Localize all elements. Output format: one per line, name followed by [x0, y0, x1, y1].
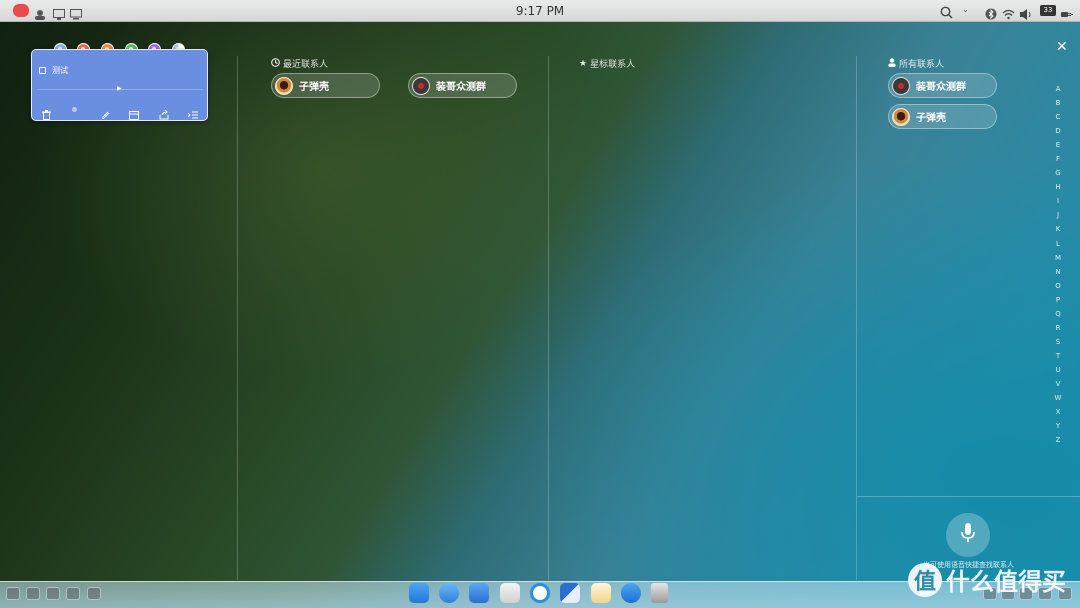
alphabet-letter[interactable]: S — [1053, 335, 1063, 349]
voice-search-button[interactable] — [946, 513, 990, 557]
menu-bar: 9:17 PM ⌄ 33 — [0, 0, 1080, 22]
alphabet-letter[interactable]: A — [1053, 82, 1063, 96]
power-plug-icon[interactable] — [1061, 5, 1073, 17]
column-divider — [237, 56, 238, 580]
alphabet-letter[interactable]: W — [1053, 391, 1063, 405]
battery-indicator[interactable]: 33 — [1040, 5, 1056, 16]
preview-app-icon[interactable] — [560, 583, 580, 603]
alarm-icon[interactable] — [72, 107, 77, 112]
alphabet-letter[interactable]: Z — [1053, 433, 1063, 447]
alphabet-letter[interactable]: T — [1053, 349, 1063, 363]
tray-window-icon[interactable] — [46, 587, 60, 600]
alphabet-letter[interactable]: C — [1053, 110, 1063, 124]
recent-contact-bullet[interactable]: 子弹壳 — [271, 73, 380, 98]
voice-divider — [857, 496, 1080, 497]
alphabet-letter[interactable]: X — [1053, 405, 1063, 419]
alphabet-letter[interactable]: R — [1053, 321, 1063, 335]
avatar — [892, 107, 910, 126]
alphabet-letter[interactable]: F — [1053, 152, 1063, 166]
share-icon[interactable] — [159, 105, 169, 124]
tray-record-icon[interactable] — [87, 587, 101, 600]
avatar — [412, 76, 430, 95]
close-icon[interactable]: ✕ — [1056, 39, 1068, 55]
all-contact-bullet[interactable]: 子弹壳 — [888, 104, 997, 129]
wifi-icon[interactable] — [1002, 5, 1015, 20]
notes-app-icon[interactable] — [591, 583, 611, 603]
clock-icon — [271, 57, 280, 70]
attachment-icon[interactable] — [100, 105, 110, 124]
alphabet-index[interactable]: ABCDEFGHIJKLMNOPQRSTUVWXYZ — [1053, 82, 1063, 447]
contact-name: 子弹壳 — [299, 82, 329, 93]
trash-app-icon[interactable] — [651, 583, 668, 603]
alphabet-letter[interactable]: U — [1053, 363, 1063, 377]
all-contact-group[interactable]: 装哥众测群 — [888, 73, 997, 98]
wechat-app-icon[interactable] — [500, 583, 520, 603]
volume-icon[interactable] — [1020, 5, 1032, 20]
alphabet-letter[interactable]: J — [1053, 208, 1063, 222]
contact-name: 装哥众测群 — [916, 82, 966, 93]
recent-contacts-label: 最近联系人 — [283, 60, 329, 70]
all-contacts-header: 所有联系人 — [888, 57, 944, 70]
search-icon[interactable] — [940, 4, 953, 19]
sync-app-icon[interactable] — [530, 583, 550, 603]
alphabet-letter[interactable]: K — [1053, 222, 1063, 236]
alphabet-letter[interactable]: Y — [1053, 419, 1063, 433]
alphabet-letter[interactable]: B — [1053, 96, 1063, 110]
calendar-icon[interactable] — [129, 105, 139, 124]
alphabet-letter[interactable]: D — [1053, 124, 1063, 138]
star-icon: ★ — [579, 58, 588, 69]
alphabet-letter[interactable]: L — [1053, 237, 1063, 251]
column-divider — [856, 56, 857, 580]
starred-contacts-header: ★ 星标联系人 — [579, 57, 636, 71]
tray-toggle-icon[interactable] — [66, 587, 80, 600]
note-checkbox[interactable] — [39, 67, 46, 74]
trash-icon[interactable] — [42, 105, 51, 124]
note-title[interactable]: 测试 — [52, 65, 68, 76]
watermark-text: 什么值得买 — [946, 568, 1066, 596]
recent-contacts-header: 最近联系人 — [271, 57, 328, 70]
alphabet-letter[interactable]: E — [1053, 138, 1063, 152]
alphabet-letter[interactable]: H — [1053, 180, 1063, 194]
menu-clock[interactable]: 9:17 PM — [0, 4, 1080, 18]
tray-settings-icon[interactable] — [6, 587, 20, 600]
avatar — [275, 76, 293, 95]
finder-app-icon[interactable] — [409, 583, 429, 603]
alphabet-letter[interactable]: N — [1053, 265, 1063, 279]
recent-contact-group[interactable]: 装哥众测群 — [408, 73, 517, 98]
battery-level: 33 — [1043, 6, 1053, 14]
microphone-icon — [961, 523, 975, 547]
alphabet-letter[interactable]: G — [1053, 166, 1063, 180]
alphabet-letter[interactable]: V — [1053, 377, 1063, 391]
alphabet-letter[interactable]: O — [1053, 279, 1063, 293]
avatar — [892, 76, 910, 95]
column-divider — [548, 56, 549, 580]
alphabet-letter[interactable]: M — [1053, 251, 1063, 265]
sticky-note-widget[interactable]: 测试 ▶ — [31, 49, 208, 121]
alphabet-letter[interactable]: Q — [1053, 307, 1063, 321]
bluetooth-icon[interactable] — [985, 5, 997, 20]
note-play-icon[interactable]: ▶ — [117, 85, 122, 92]
all-contacts-label: 所有联系人 — [899, 60, 945, 70]
contact-name: 装哥众测群 — [436, 82, 486, 93]
alphabet-letter[interactable]: I — [1053, 194, 1063, 208]
list-menu-icon[interactable] — [187, 105, 198, 124]
person-icon — [888, 57, 896, 70]
alphabet-letter[interactable]: P — [1053, 293, 1063, 307]
watermark: 值 什么值得买 — [908, 562, 1066, 597]
launcher-app-icon[interactable] — [469, 583, 489, 603]
watermark-logo: 值 — [908, 562, 942, 597]
browser-app-icon[interactable] — [439, 583, 459, 603]
chevron-down-icon[interactable]: ⌄ — [962, 5, 974, 16]
messages-app-icon[interactable] — [621, 583, 641, 603]
tray-gallery-icon[interactable] — [26, 587, 40, 600]
starred-contacts-label: 星标联系人 — [590, 60, 636, 70]
contact-name: 子弹壳 — [916, 113, 946, 124]
